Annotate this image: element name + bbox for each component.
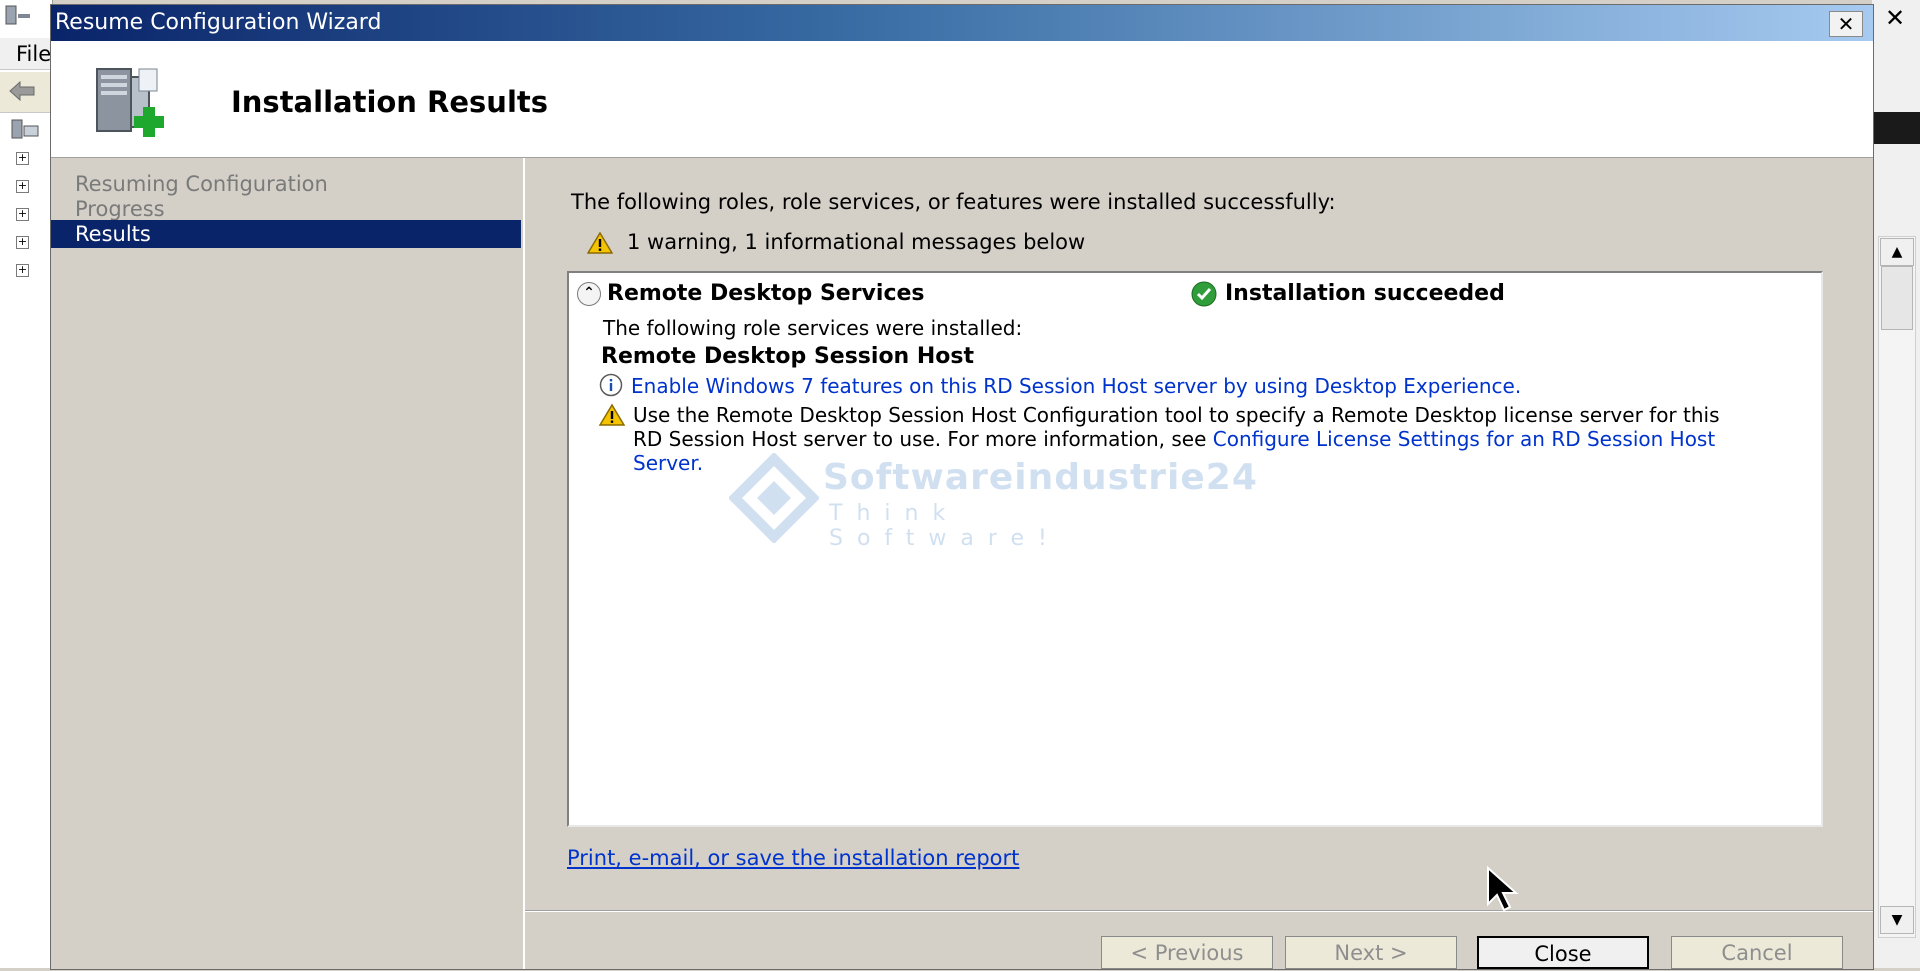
previous-button[interactable]: < Previous — [1101, 936, 1273, 969]
background-header-bar — [1874, 112, 1920, 144]
nav-item-progress: Progress — [75, 197, 165, 221]
watermark-logo — [729, 453, 819, 543]
close-button[interactable]: Close — [1477, 936, 1649, 969]
tree-expander[interactable]: + — [16, 264, 29, 277]
page-title: Installation Results — [231, 85, 549, 119]
wizard-header: Installation Results — [51, 41, 1873, 158]
mouse-pointer-icon — [1487, 866, 1519, 912]
background-close-button[interactable]: ✕ — [1876, 4, 1914, 32]
next-button[interactable]: Next > — [1285, 936, 1457, 969]
tree-expander[interactable]: + — [16, 208, 29, 221]
back-arrow-icon[interactable] — [8, 80, 36, 102]
success-check-icon — [1191, 281, 1217, 307]
tree-expander[interactable]: + — [16, 152, 29, 165]
window-title: Resume Configuration Wizard — [55, 10, 382, 35]
installation-report-link[interactable]: Print, e-mail, or save the installation … — [567, 844, 1019, 872]
warning-icon — [587, 231, 613, 254]
desktop-experience-link[interactable]: Enable Windows 7 features on this RD Ses… — [631, 374, 1521, 398]
title-bar[interactable]: Resume Configuration Wizard ✕ — [51, 5, 1873, 41]
summary-row: 1 warning, 1 informational messages belo… — [587, 228, 1085, 256]
install-status: Installation succeeded — [1191, 279, 1505, 309]
server-manager-tree-icon[interactable] — [10, 118, 40, 142]
cancel-button[interactable]: Cancel — [1671, 936, 1843, 969]
role-service-name: Remote Desktop Session Host — [601, 344, 975, 369]
scroll-up-button[interactable]: ▲ — [1880, 238, 1914, 266]
watermark-tagline: Think Software! — [829, 501, 1061, 551]
watermark-brand: Softwareindustrie24 — [823, 457, 1258, 498]
summary-text: 1 warning, 1 informational messages belo… — [627, 230, 1086, 254]
warning-icon — [599, 403, 625, 426]
intro-text: The following roles, role services, or f… — [571, 190, 1336, 214]
scroll-thumb[interactable] — [1881, 266, 1913, 330]
background-scrollbar[interactable] — [1878, 236, 1916, 938]
collapse-icon[interactable]: ⌃ — [577, 282, 601, 306]
resume-configuration-wizard: Resume Configuration Wizard ✕ Installati… — [50, 4, 1874, 970]
info-icon — [599, 373, 623, 397]
results-panel: ⌃ Remote Desktop Services Installation su… — [567, 271, 1823, 827]
watermark: Softwareindustrie24 Think Software! — [729, 453, 1257, 551]
wizard-step-list: Resuming Configuration Progress Results — [51, 158, 525, 969]
info-message: Enable Windows 7 features on this RD Ses… — [599, 373, 1521, 399]
installed-label: The following role services were install… — [603, 316, 1023, 340]
scroll-down-button[interactable]: ▼ — [1880, 906, 1914, 934]
close-icon[interactable]: ✕ — [1829, 11, 1863, 37]
tree-expander[interactable]: + — [16, 180, 29, 193]
role-header[interactable]: ⌃ Remote Desktop Services — [577, 279, 925, 309]
button-divider — [525, 910, 1873, 912]
nav-item-results[interactable]: Results — [51, 220, 521, 248]
background-window-left: File + + + + + — [0, 0, 53, 968]
background-toolbar — [0, 72, 52, 113]
status-text: Installation succeeded — [1225, 281, 1505, 306]
background-menu-file[interactable]: File — [0, 38, 52, 70]
tree-expander[interactable]: + — [16, 236, 29, 249]
role-name: Remote Desktop Services — [607, 281, 925, 306]
server-manager-icon — [5, 5, 30, 25]
server-add-icon — [96, 68, 164, 137]
results-page: The following roles, role services, or f… — [525, 158, 1873, 969]
nav-item-resuming-configuration: Resuming Configuration — [75, 172, 328, 196]
